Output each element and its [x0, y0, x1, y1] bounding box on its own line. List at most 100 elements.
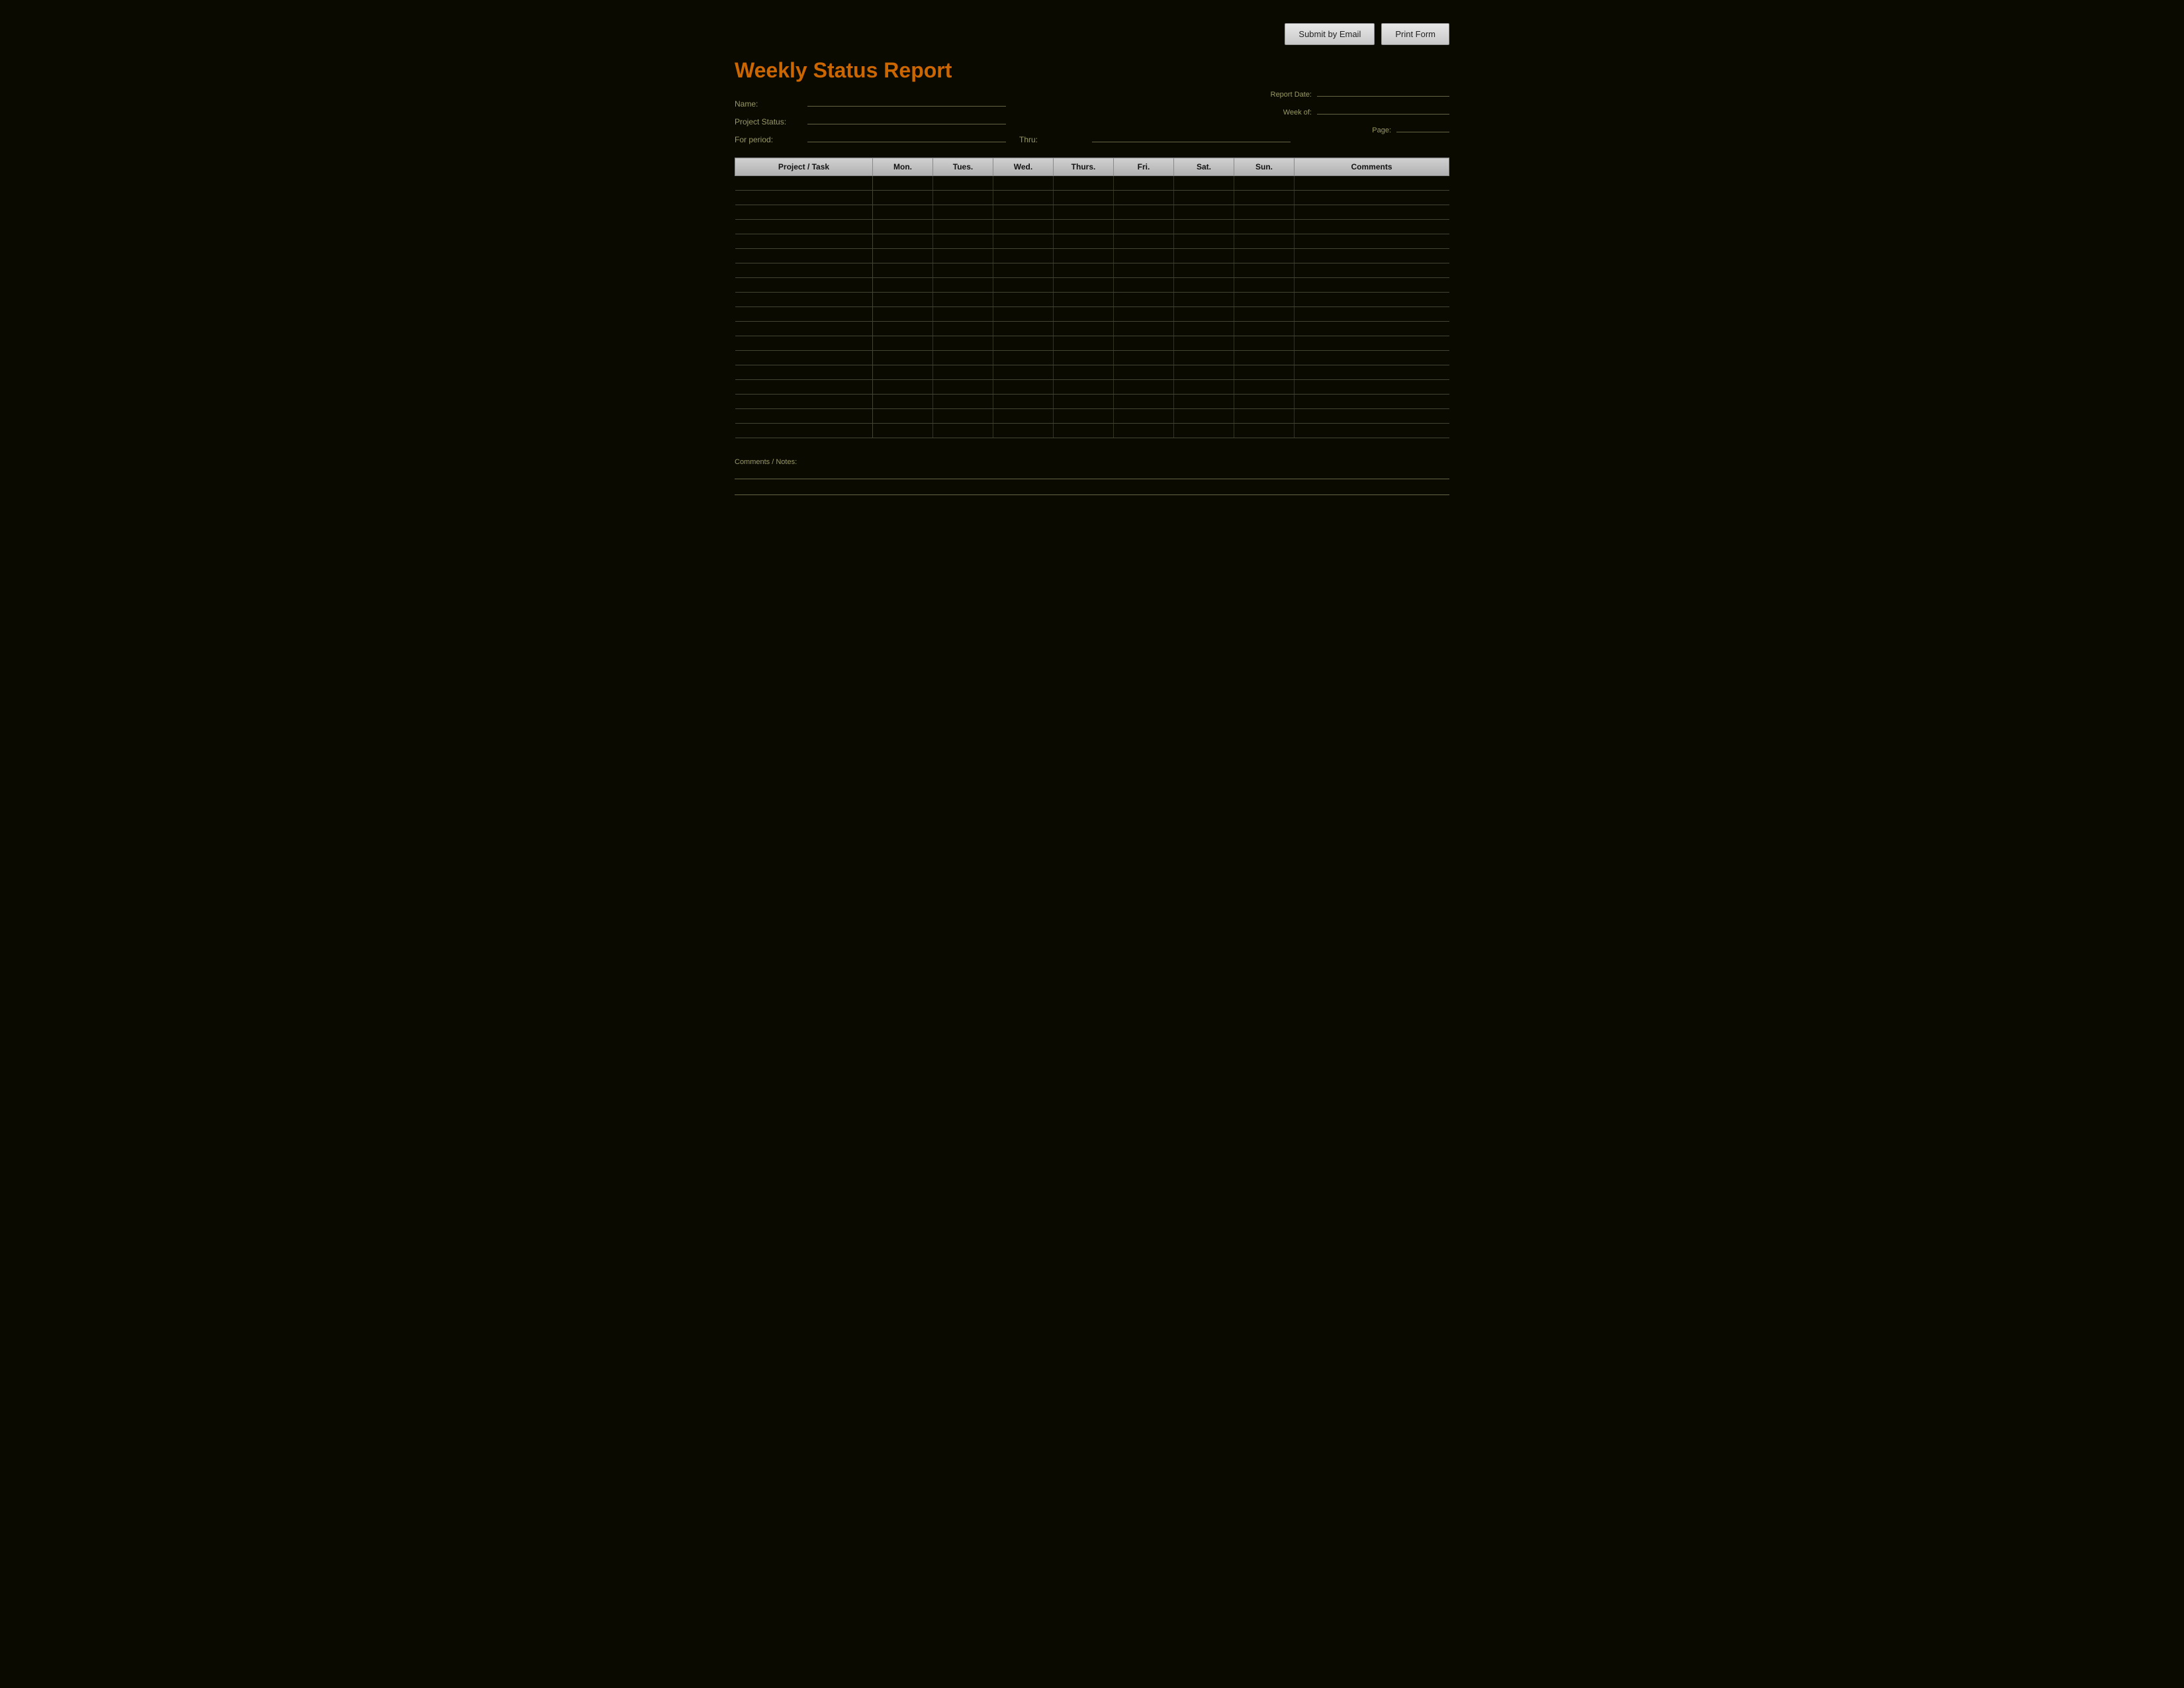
table-cell[interactable] — [1114, 322, 1174, 336]
table-cell[interactable] — [933, 409, 993, 424]
table-cell[interactable] — [735, 293, 873, 307]
table-cell[interactable] — [933, 293, 993, 307]
table-cell[interactable] — [1174, 278, 1234, 293]
table-cell[interactable] — [1054, 307, 1114, 322]
table-row[interactable] — [735, 322, 1449, 336]
comments-line-1[interactable] — [735, 469, 1449, 479]
table-cell[interactable] — [1295, 351, 1449, 365]
table-cell[interactable] — [873, 409, 933, 424]
table-cell[interactable] — [1054, 278, 1114, 293]
table-cell[interactable] — [1114, 293, 1174, 307]
table-cell[interactable] — [1174, 307, 1234, 322]
table-cell[interactable] — [1174, 263, 1234, 278]
table-cell[interactable] — [1054, 336, 1114, 351]
table-row[interactable] — [735, 336, 1449, 351]
table-cell[interactable] — [933, 220, 993, 234]
table-cell[interactable] — [1054, 263, 1114, 278]
table-cell[interactable] — [1114, 380, 1174, 395]
table-cell[interactable] — [735, 351, 873, 365]
table-cell[interactable] — [1114, 263, 1174, 278]
table-cell[interactable] — [993, 263, 1054, 278]
table-cell[interactable] — [993, 336, 1054, 351]
table-cell[interactable] — [873, 322, 933, 336]
table-cell[interactable] — [1234, 263, 1295, 278]
table-cell[interactable] — [1174, 351, 1234, 365]
table-row[interactable] — [735, 380, 1449, 395]
table-cell[interactable] — [1054, 249, 1114, 263]
table-cell[interactable] — [1234, 191, 1295, 205]
table-cell[interactable] — [1054, 176, 1114, 191]
table-cell[interactable] — [1114, 351, 1174, 365]
table-cell[interactable] — [993, 307, 1054, 322]
table-cell[interactable] — [873, 351, 933, 365]
table-row[interactable] — [735, 307, 1449, 322]
table-cell[interactable] — [1174, 249, 1234, 263]
table-cell[interactable] — [1114, 395, 1174, 409]
for-period-field[interactable] — [807, 132, 1006, 142]
table-row[interactable] — [735, 191, 1449, 205]
table-cell[interactable] — [735, 234, 873, 249]
table-cell[interactable] — [993, 249, 1054, 263]
table-cell[interactable] — [1174, 205, 1234, 220]
table-cell[interactable] — [1114, 336, 1174, 351]
table-cell[interactable] — [873, 205, 933, 220]
table-row[interactable] — [735, 424, 1449, 438]
table-cell[interactable] — [1114, 176, 1174, 191]
table-cell[interactable] — [993, 380, 1054, 395]
table-cell[interactable] — [1295, 365, 1449, 380]
table-cell[interactable] — [873, 293, 933, 307]
table-cell[interactable] — [1054, 395, 1114, 409]
table-cell[interactable] — [1234, 278, 1295, 293]
table-cell[interactable] — [735, 220, 873, 234]
table-cell[interactable] — [735, 205, 873, 220]
table-cell[interactable] — [1234, 424, 1295, 438]
table-cell[interactable] — [873, 307, 933, 322]
table-cell[interactable] — [735, 322, 873, 336]
table-row[interactable] — [735, 205, 1449, 220]
table-cell[interactable] — [1234, 380, 1295, 395]
table-cell[interactable] — [1114, 307, 1174, 322]
table-cell[interactable] — [933, 307, 993, 322]
table-cell[interactable] — [1234, 322, 1295, 336]
table-cell[interactable] — [993, 220, 1054, 234]
table-cell[interactable] — [1054, 205, 1114, 220]
table-cell[interactable] — [1054, 365, 1114, 380]
table-cell[interactable] — [1114, 424, 1174, 438]
table-cell[interactable] — [1174, 395, 1234, 409]
table-cell[interactable] — [1054, 380, 1114, 395]
table-cell[interactable] — [873, 249, 933, 263]
table-cell[interactable] — [735, 278, 873, 293]
table-cell[interactable] — [1054, 234, 1114, 249]
table-row[interactable] — [735, 278, 1449, 293]
table-cell[interactable] — [1295, 395, 1449, 409]
table-cell[interactable] — [873, 220, 933, 234]
table-cell[interactable] — [735, 395, 873, 409]
table-cell[interactable] — [1114, 191, 1174, 205]
table-cell[interactable] — [1234, 409, 1295, 424]
report-date-field[interactable] — [1317, 86, 1449, 97]
table-cell[interactable] — [735, 307, 873, 322]
table-cell[interactable] — [1295, 307, 1449, 322]
table-cell[interactable] — [1114, 220, 1174, 234]
table-cell[interactable] — [993, 395, 1054, 409]
table-cell[interactable] — [1234, 336, 1295, 351]
table-cell[interactable] — [1295, 380, 1449, 395]
table-row[interactable] — [735, 351, 1449, 365]
table-cell[interactable] — [933, 322, 993, 336]
project-status-field[interactable] — [807, 114, 1006, 124]
table-cell[interactable] — [1295, 322, 1449, 336]
table-cell[interactable] — [1114, 205, 1174, 220]
table-cell[interactable] — [1174, 176, 1234, 191]
table-cell[interactable] — [933, 191, 993, 205]
table-cell[interactable] — [873, 424, 933, 438]
table-cell[interactable] — [1295, 191, 1449, 205]
table-cell[interactable] — [993, 205, 1054, 220]
table-cell[interactable] — [873, 191, 933, 205]
table-row[interactable] — [735, 249, 1449, 263]
table-cell[interactable] — [1295, 176, 1449, 191]
table-cell[interactable] — [1295, 234, 1449, 249]
table-cell[interactable] — [1234, 220, 1295, 234]
table-cell[interactable] — [993, 191, 1054, 205]
table-cell[interactable] — [1174, 191, 1234, 205]
table-cell[interactable] — [873, 380, 933, 395]
